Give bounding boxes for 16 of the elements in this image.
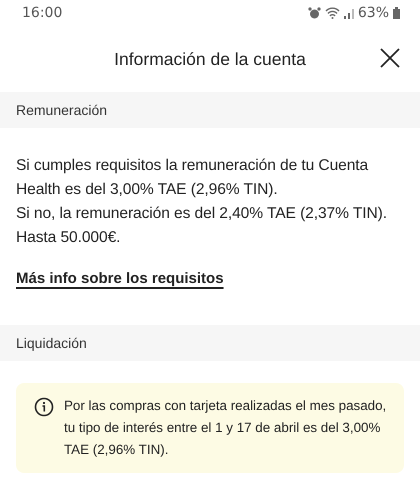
info-paragraph: Hasta 50.000€. (16, 228, 122, 248)
wifi-icon (324, 7, 340, 19)
close-button[interactable] (378, 46, 402, 70)
notice-text: Por las compras con tarjeta realizadas el mes pasado, tu tipo de interés entre el 1 y 17 de abril es del 3,00% TAE (2,96% TIN). (64, 397, 388, 459)
info-paragraph: Si cumples requisitos la remuneración de tu Cuenta Health es del 3,00% TAE (2,96% TIN). (16, 156, 370, 200)
alarm-icon (308, 6, 321, 20)
section-header: Remuneración (0, 92, 420, 128)
info-paragraph: Si no, la remuneración es del 2,40% TAE (2,37% TIN). (16, 204, 388, 224)
info-icon (34, 397, 54, 417)
screen-title: Información de la cuenta (114, 48, 306, 70)
battery-icon (393, 7, 400, 19)
requirements-link[interactable]: Más info sobre los requisitos (16, 270, 224, 287)
status-time: 16:00 (22, 5, 62, 21)
signal-icon (344, 8, 354, 18)
section-header: Liquidación (0, 325, 420, 361)
battery-percent: 63% (358, 5, 389, 21)
